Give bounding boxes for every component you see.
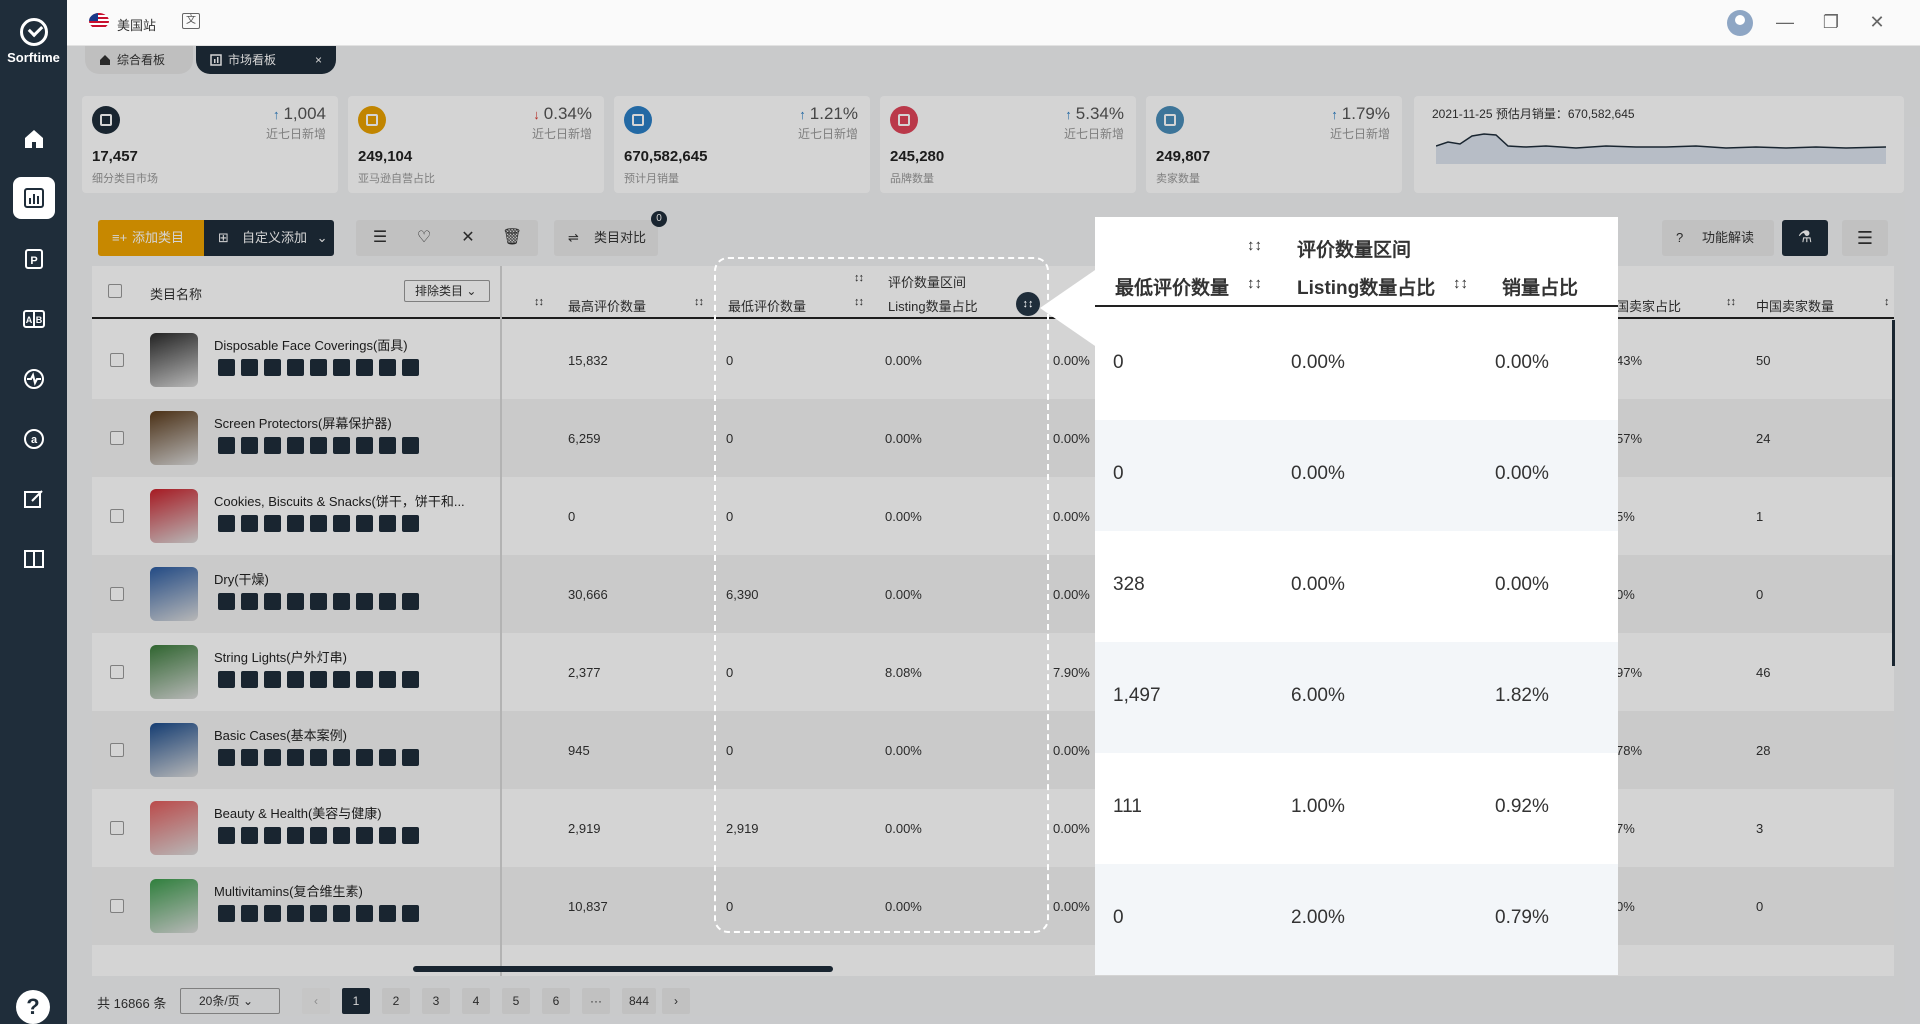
svg-text:a: a	[31, 434, 38, 446]
user-avatar[interactable]	[1727, 10, 1753, 36]
zoom-cell-sales-share: 0.00%	[1495, 574, 1549, 595]
zoom-row: 1,497 6.00% 1.82%	[1095, 642, 1618, 753]
nav-home[interactable]	[13, 118, 55, 160]
book-icon	[24, 550, 44, 568]
zoom-header-listing-share: Listing数量占比	[1297, 278, 1436, 299]
minimize-icon[interactable]: —	[1775, 12, 1795, 32]
zoom-cell-min-reviews: 1,497	[1113, 685, 1161, 706]
sidebar: Sorftime P AB a ?	[0, 0, 67, 1024]
app-logo: Sorftime	[0, 18, 67, 65]
zoom-cell-min-reviews: 0	[1113, 907, 1124, 928]
restore-icon[interactable]: ❐	[1821, 12, 1841, 32]
nav-edit[interactable]	[13, 478, 55, 520]
nav-amazon[interactable]: a	[13, 418, 55, 460]
sort-icon[interactable]: ↕↕	[1247, 237, 1262, 254]
sort-icon[interactable]: ↕↕	[1453, 275, 1468, 292]
nav-keyword[interactable]: AB	[13, 298, 55, 340]
amazon-icon: a	[24, 429, 44, 449]
zoom-row: 328 0.00% 0.00%	[1095, 531, 1618, 642]
keyword-icon: AB	[23, 310, 45, 328]
translate-icon[interactable]: 文	[182, 13, 200, 29]
close-window-icon[interactable]: ✕	[1867, 12, 1887, 32]
zoom-header-review-range: 评价数量区间	[1297, 240, 1412, 261]
zoom-cell-min-reviews: 328	[1113, 574, 1145, 595]
zoom-row: 0 2.00% 0.79%	[1095, 864, 1618, 975]
home-icon	[25, 130, 43, 148]
zoom-row: 0 0.00% 0.00%	[1095, 420, 1618, 531]
zoom-cell-min-reviews: 0	[1113, 463, 1124, 484]
zoom-cell-listing-share: 0.00%	[1291, 352, 1345, 373]
nav-guide[interactable]	[13, 538, 55, 580]
zoom-cell-listing-share: 0.00%	[1291, 463, 1345, 484]
zoom-cell-min-reviews: 111	[1113, 796, 1142, 817]
nav-market-dashboard[interactable]	[13, 177, 55, 219]
highlighted-sort-icon[interactable]: ↕↕	[1016, 292, 1040, 316]
zoom-cell-sales-share: 0.00%	[1495, 352, 1549, 373]
zoom-row: 111 1.00% 0.92%	[1095, 753, 1618, 864]
highlight-box	[714, 257, 1049, 933]
help-button[interactable]: ?	[16, 990, 50, 1024]
bar-chart-icon	[24, 188, 44, 208]
zoom-cell-listing-share: 6.00%	[1291, 685, 1345, 706]
zoom-cell-listing-share: 0.00%	[1291, 574, 1345, 595]
us-flag-icon[interactable]	[89, 13, 109, 29]
svg-text:A: A	[26, 315, 33, 325]
sort-icon[interactable]: ↕↕	[1247, 275, 1262, 292]
zoom-cell-sales-share: 0.79%	[1495, 907, 1549, 928]
product-icon: P	[25, 249, 43, 269]
pulse-icon	[24, 369, 44, 389]
zoom-cell-listing-share: 1.00%	[1291, 796, 1345, 817]
nav-monitor[interactable]	[13, 358, 55, 400]
zoom-cell-sales-share: 0.92%	[1495, 796, 1549, 817]
zoom-header-sales-share: 销量占比	[1502, 278, 1579, 299]
zoom-cell-sales-share: 0.00%	[1495, 463, 1549, 484]
sorftime-logo-icon	[19, 18, 48, 46]
site-selector[interactable]: 美国站	[117, 15, 156, 34]
zoom-cell-sales-share: 1.82%	[1495, 685, 1549, 706]
zoom-row: 0 0.00% 0.00%	[1095, 309, 1618, 420]
zoom-pointer	[1040, 268, 1098, 348]
zoom-header: ↕↕ 评价数量区间 最低评价数量 ↕↕ Listing数量占比 ↕↕ 销量占比	[1095, 217, 1618, 307]
zoom-header-min-reviews: 最低评价数量	[1115, 278, 1230, 299]
svg-text:P: P	[30, 255, 37, 267]
nav-product[interactable]: P	[13, 238, 55, 280]
svg-text:B: B	[36, 315, 43, 325]
topbar: 美国站 文 — ❐ ✕	[67, 0, 1920, 46]
zoom-cell-min-reviews: 0	[1113, 352, 1124, 373]
edit-icon	[24, 490, 43, 508]
app-name: Sorftime	[7, 50, 60, 65]
zoom-cell-listing-share: 2.00%	[1291, 907, 1345, 928]
zoom-callout: ↕↕ 评价数量区间 最低评价数量 ↕↕ Listing数量占比 ↕↕ 销量占比 …	[1095, 217, 1618, 975]
